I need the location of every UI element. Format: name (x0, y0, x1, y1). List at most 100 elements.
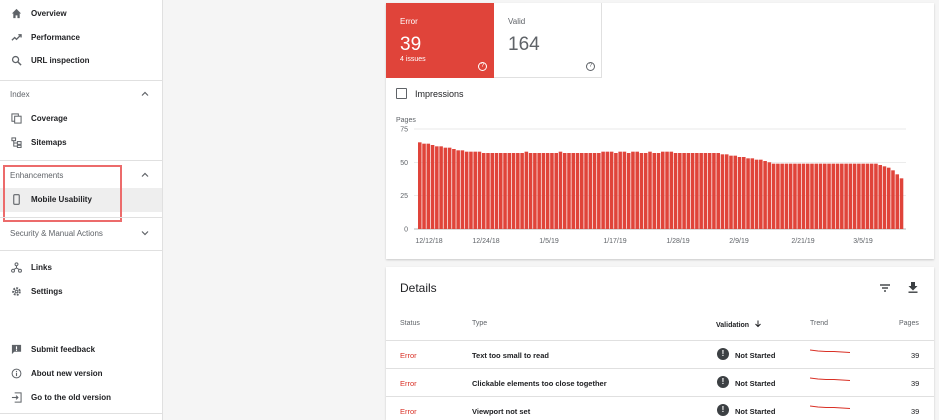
error-issues: 4 issues (400, 56, 426, 63)
column-header-status[interactable]: Status (400, 320, 420, 327)
chart-bar (737, 157, 742, 229)
chart-bar (793, 163, 797, 229)
chart-bar (840, 163, 844, 229)
chart-bar (771, 163, 776, 229)
chart-bar (899, 178, 904, 229)
divider (0, 413, 162, 414)
sidebar-item-old-version[interactable]: Go to the old version (0, 386, 162, 410)
chart-bar (541, 153, 546, 229)
chart-bar (558, 151, 563, 229)
sidebar-item-settings[interactable]: Settings (0, 280, 162, 304)
sidebar-item-performance[interactable]: Performance (0, 26, 162, 50)
trend-sparkline (810, 405, 850, 409)
chart-bar (511, 153, 516, 229)
chart-bar (835, 163, 840, 229)
trend-sparkline (810, 377, 850, 381)
chart-bar (614, 153, 618, 229)
chart-bar (562, 153, 567, 229)
chart-bar (831, 163, 836, 229)
column-header-trend[interactable]: Trend (810, 320, 828, 327)
download-icon[interactable] (906, 280, 920, 294)
sitemap-icon (10, 136, 23, 149)
chart-bar (622, 151, 627, 229)
chart-bar (729, 155, 733, 229)
chart-bar (720, 154, 725, 229)
sidebar-item-label: Sitemaps (31, 138, 67, 147)
links-icon (10, 261, 23, 274)
chart-bar (516, 153, 520, 229)
sidebar-item-coverage[interactable]: Coverage (0, 107, 162, 131)
chart-bar (801, 163, 806, 229)
chart-bar (712, 153, 716, 229)
y-tick-label: 50 (400, 160, 408, 167)
sidebar-item-about-new-version[interactable]: About new version (0, 362, 162, 386)
table-row[interactable]: Error Text too small to read ! Not Start… (386, 340, 934, 368)
info-icon (10, 367, 23, 380)
section-label: Index (10, 90, 30, 99)
sidebar-item-url-inspection[interactable]: URL inspection (0, 49, 162, 73)
chart-bar (648, 151, 652, 229)
chart-bar (716, 153, 720, 229)
chart-bar (665, 151, 669, 229)
gear-icon (10, 285, 23, 298)
summary-card: Error 39 4 issues ? Valid 164 ? Impressi… (386, 3, 934, 259)
section-index[interactable]: Index (0, 83, 162, 107)
column-header-validation-label: Validation (716, 322, 750, 329)
row-status: Error (400, 407, 417, 416)
chart-bar (507, 153, 512, 229)
valid-tile-label: Valid (508, 17, 526, 26)
chart-bar (503, 153, 507, 229)
x-tick-label: 1/17/19 (603, 238, 626, 245)
chart-bar (452, 149, 456, 229)
valid-tile[interactable]: Valid 164 ? (494, 3, 602, 78)
sidebar-item-label: Coverage (31, 114, 68, 123)
chart-bar (823, 163, 827, 229)
home-icon (10, 7, 23, 20)
chart-bar (537, 153, 541, 229)
section-security[interactable]: Security & Manual Actions (0, 222, 162, 246)
row-validation: Not Started (735, 407, 776, 416)
sidebar-item-submit-feedback[interactable]: Submit feedback (0, 338, 162, 362)
chart-bar (891, 170, 895, 229)
chart-bar (827, 163, 831, 229)
impressions-checkbox[interactable] (396, 88, 407, 99)
chart-bar (554, 153, 558, 229)
chart-bar (435, 146, 439, 229)
chart-bar (882, 166, 887, 229)
chart-bar (439, 146, 443, 229)
help-icon[interactable]: ? (586, 62, 595, 71)
chart-bar (601, 151, 605, 229)
column-header-type[interactable]: Type (472, 320, 487, 327)
chart-bar (520, 153, 524, 229)
sidebar-item-sitemaps[interactable]: Sitemaps (0, 131, 162, 155)
table-row[interactable]: Error Clickable elements too close toget… (386, 368, 934, 396)
impressions-label: Impressions (415, 88, 464, 99)
sidebar-item-links[interactable]: Links (0, 256, 162, 280)
table-row[interactable]: Error Viewport not set ! Not Started 39 (386, 396, 934, 420)
chart-bar (545, 153, 550, 229)
chart-bar (852, 163, 857, 229)
filter-icon[interactable] (878, 281, 892, 295)
chart-bar (418, 142, 422, 229)
chart-bar (426, 143, 431, 229)
chart-bar (874, 163, 878, 229)
row-type: Text too small to read (472, 351, 549, 360)
section-label: Security & Manual Actions (10, 229, 103, 238)
alert-icon: ! (717, 348, 729, 360)
chart-bar (754, 159, 759, 229)
sidebar-item-label: About new version (31, 369, 103, 378)
chart-bar (678, 153, 682, 229)
divider (0, 250, 162, 251)
column-header-validation[interactable]: Validation (716, 320, 762, 329)
sidebar-item-label: Settings (31, 287, 63, 296)
chart-bar (707, 153, 712, 229)
impressions-toggle[interactable]: Impressions (396, 88, 464, 99)
row-validation: Not Started (735, 351, 776, 360)
y-tick-label: 75 (400, 127, 408, 134)
column-header-pages[interactable]: Pages (899, 320, 919, 327)
error-tile[interactable]: Error 39 4 issues ? (386, 3, 494, 78)
chart-bar (639, 153, 644, 229)
feedback-icon (10, 343, 23, 356)
sidebar-item-overview[interactable]: Overview (0, 2, 162, 26)
help-icon[interactable]: ? (478, 62, 487, 71)
